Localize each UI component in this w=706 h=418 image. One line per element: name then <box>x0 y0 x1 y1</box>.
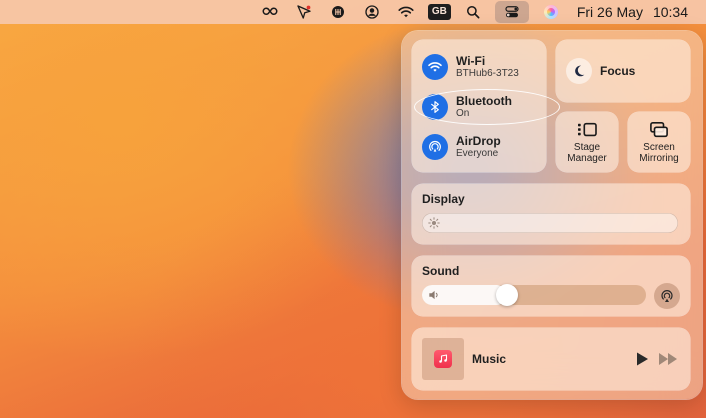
stage-manager-label-line2: Manager <box>567 152 607 164</box>
airplay-audio-icon <box>661 290 673 302</box>
bluetooth-status: On <box>456 108 470 119</box>
search-icon[interactable] <box>461 0 485 24</box>
bluetooth-toggle[interactable]: Bluetooth On <box>422 94 512 120</box>
wifi-toggle[interactable]: Wi-Fi BTHub6-3T23 <box>422 54 519 80</box>
screen-mirroring-label-line2: Mirroring <box>639 152 679 164</box>
siri-orb <box>543 5 558 19</box>
menu-bar: GB Fri 26 May 10:34 <box>0 0 706 24</box>
play-icon[interactable] <box>634 351 650 367</box>
pen-cursor-icon[interactable] <box>292 0 316 24</box>
stage-manager-button[interactable]: Stage Manager <box>556 112 618 172</box>
bluetooth-icon[interactable] <box>422 94 448 120</box>
volume-slider-knob[interactable] <box>496 284 519 306</box>
menubar-date[interactable]: Fri 26 May <box>577 4 643 20</box>
brain-icon[interactable] <box>326 0 350 24</box>
display-label: Display <box>422 192 465 206</box>
sound-tile: Sound <box>412 256 690 316</box>
wifi-icon[interactable] <box>394 0 418 24</box>
airdrop-status: Everyone <box>456 148 499 159</box>
focus-button[interactable]: Focus <box>556 40 690 102</box>
airplay-audio-button[interactable] <box>654 283 680 309</box>
airdrop-title: AirDrop <box>456 134 501 148</box>
user-account-icon[interactable] <box>360 0 384 24</box>
sound-label: Sound <box>422 264 460 278</box>
sun-icon <box>428 217 440 229</box>
bluetooth-title: Bluetooth <box>456 94 512 108</box>
now-playing-tile[interactable]: Music <box>412 328 690 390</box>
stage-manager-label-line1: Stage <box>573 141 601 153</box>
control-center-icon[interactable] <box>494 1 529 23</box>
siri-icon[interactable] <box>539 0 563 24</box>
focus-label: Focus <box>600 64 636 78</box>
speaker-icon <box>429 290 438 300</box>
album-art[interactable] <box>422 338 464 380</box>
control-center-panel: Wi-Fi BTHub6-3T23 Bluetooth On AirDrop E… <box>402 31 702 399</box>
music-app-icon <box>434 350 452 368</box>
display-tile: Display <box>412 184 690 244</box>
screen-mirroring-button[interactable]: Screen Mirroring <box>628 112 690 172</box>
moon-icon <box>566 58 592 84</box>
screen-mirroring-icon <box>650 121 668 137</box>
airdrop-icon[interactable] <box>422 134 448 160</box>
stage-manager-icon <box>578 122 597 136</box>
input-source-label: GB <box>427 4 451 20</box>
menubar-time[interactable]: 10:34 <box>653 4 688 20</box>
brightness-slider[interactable] <box>422 213 678 233</box>
creative-cloud-icon[interactable] <box>258 0 282 24</box>
wifi-network-name: BTHub6-3T23 <box>456 68 519 79</box>
airdrop-toggle[interactable]: AirDrop Everyone <box>422 134 501 160</box>
screen-mirroring-label-line1: Screen <box>643 141 675 153</box>
fast-forward-icon[interactable] <box>658 352 678 366</box>
wifi-title: Wi-Fi <box>456 54 486 68</box>
wifi-icon[interactable] <box>422 54 448 80</box>
network-tile: Wi-Fi BTHub6-3T23 Bluetooth On AirDrop E… <box>412 40 560 172</box>
volume-slider[interactable] <box>422 284 646 306</box>
keyboard-layout-badge[interactable]: GB <box>427 0 451 24</box>
now-playing-title: Music <box>472 352 507 366</box>
